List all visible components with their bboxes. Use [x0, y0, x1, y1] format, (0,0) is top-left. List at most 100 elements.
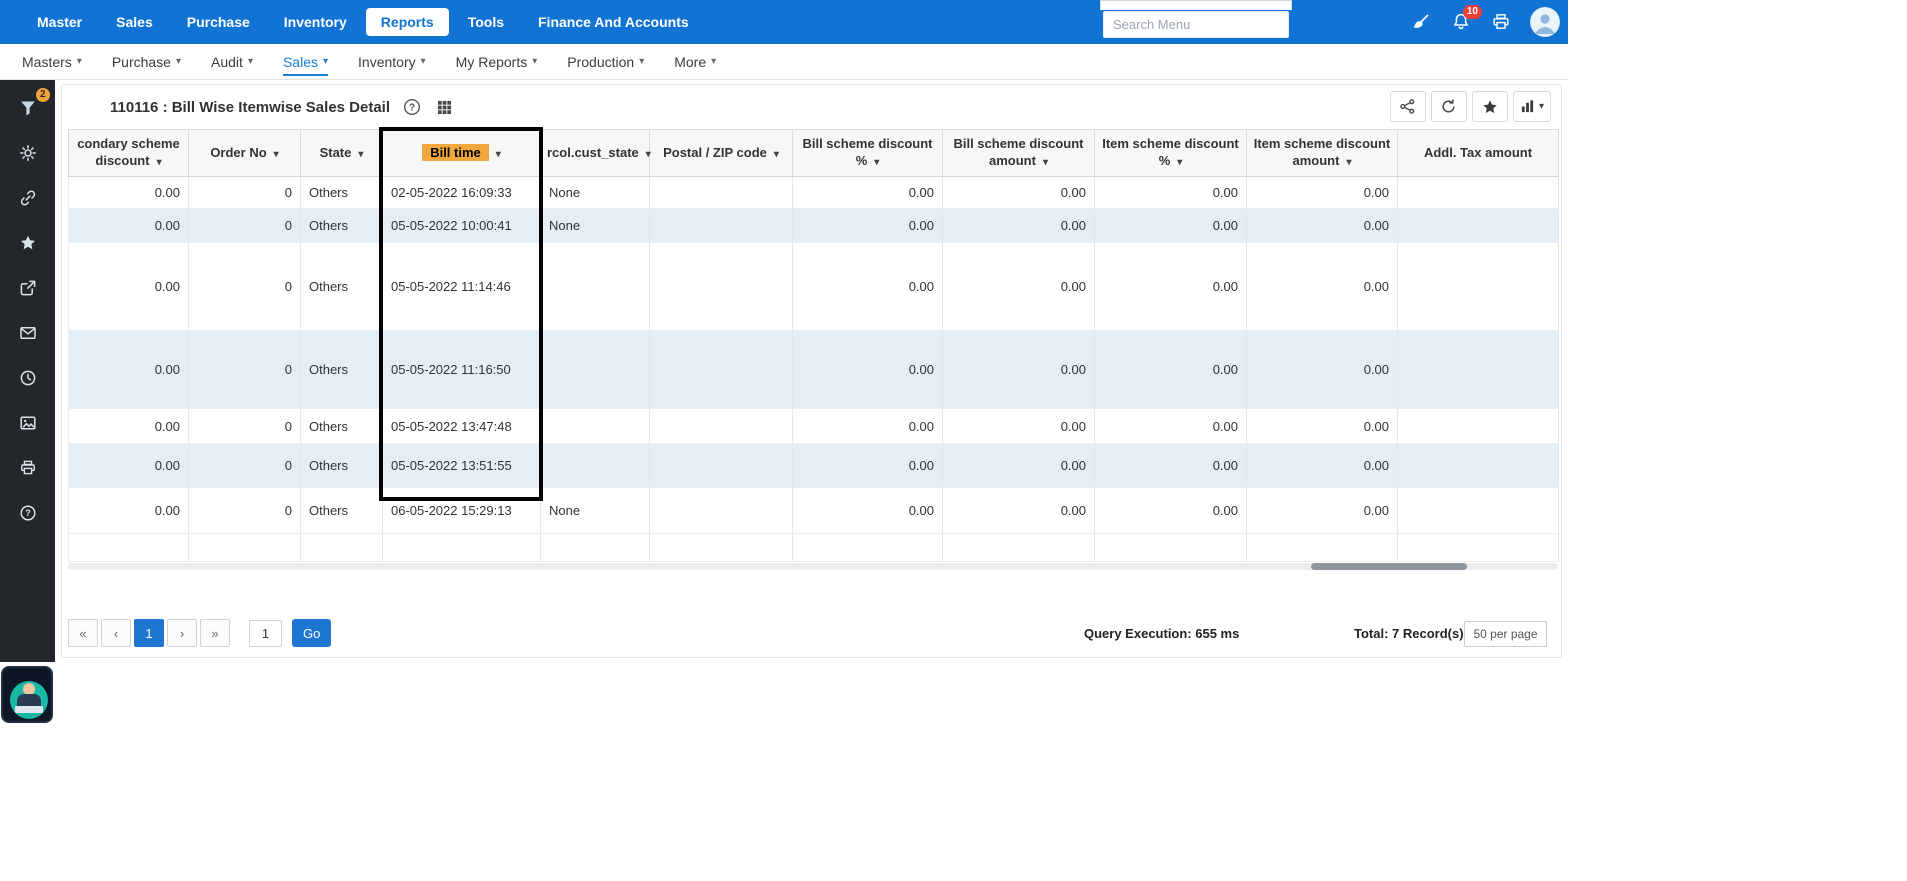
bell-icon[interactable]: 10	[1450, 11, 1472, 33]
report-toolbar: ▾	[1390, 91, 1551, 122]
table-row[interactable]: 0.000Others05-05-2022 10:00:41None0.000.…	[69, 209, 1559, 243]
favorite-button[interactable]	[1472, 91, 1508, 122]
subnav-item-sales[interactable]: Sales▾	[283, 44, 328, 80]
table-row[interactable]: 0.000Others05-05-2022 13:51:550.000.000.…	[69, 444, 1559, 488]
cell-postal-zip-code	[650, 331, 793, 409]
notification-badge: 10	[1463, 5, 1482, 19]
support-chat-widget[interactable]	[1, 666, 53, 723]
sort-caret-icon[interactable]: ▾	[1346, 157, 1351, 168]
cell-order-no[interactable]: 0	[189, 409, 301, 444]
star-icon[interactable]	[13, 228, 43, 258]
cell-order-no[interactable]: 0	[189, 488, 301, 534]
subnav-item-inventory[interactable]: Inventory▾	[358, 44, 426, 80]
cell-item-scheme-discount-amount: 0.00	[1247, 488, 1398, 534]
sort-caret-icon[interactable]: ▾	[496, 149, 501, 160]
grid-view-icon[interactable]	[434, 97, 454, 117]
cell-order-no[interactable]: 0	[189, 331, 301, 409]
cell-rcol-cust-state	[541, 444, 650, 488]
column-header-item-scheme-discount[interactable]: Item scheme discount %▾	[1095, 130, 1247, 177]
chart-button[interactable]: ▾	[1513, 91, 1551, 122]
cell-state: Others	[301, 444, 383, 488]
scrollbar-thumb[interactable]	[1311, 563, 1467, 570]
top-menu-item-inventory[interactable]: Inventory	[269, 8, 362, 36]
table-row[interactable]: 0.000Others05-05-2022 11:16:500.000.000.…	[69, 331, 1559, 409]
table-row[interactable]: 0.000Others05-05-2022 11:14:460.000.000.…	[69, 243, 1559, 331]
table-row[interactable]: 0.000Others06-05-2022 15:29:13None0.000.…	[69, 488, 1559, 534]
report-table: condary scheme discount▾Order No▾State▾B…	[68, 129, 1559, 562]
report-category-nav: Masters▾ Purchase▾ Audit▾ Sales▾ Inventory▾ M…	[0, 44, 1568, 80]
sort-caret-icon[interactable]: ▾	[774, 149, 779, 160]
sort-caret-icon[interactable]: ▾	[1177, 157, 1182, 168]
printer-icon[interactable]	[13, 453, 43, 483]
column-header-bill-scheme-discount-amount[interactable]: Bill scheme discount amount▾	[943, 130, 1095, 177]
column-header-state[interactable]: State▾	[301, 130, 383, 177]
column-header-condary-scheme-discount[interactable]: condary scheme discount▾	[69, 130, 189, 177]
subnav-item-masters[interactable]: Masters▾	[22, 44, 82, 80]
broom-icon[interactable]	[1410, 11, 1432, 33]
top-menu-item-reports[interactable]: Reports	[366, 8, 449, 36]
cell-order-no[interactable]: 0	[189, 177, 301, 209]
subnav-item-more[interactable]: More▾	[674, 44, 716, 80]
cell-bill-scheme-discount: 0.00	[793, 331, 943, 409]
page-size-select[interactable]: 50 per page	[1464, 621, 1547, 647]
pagination-next-button[interactable]: ›	[167, 619, 197, 647]
table-row[interactable]: 0.000Others02-05-2022 16:09:33None0.000.…	[69, 177, 1559, 209]
share-icon[interactable]	[13, 273, 43, 303]
top-menu-item-tools[interactable]: Tools	[453, 8, 519, 36]
printer-icon[interactable]	[1490, 11, 1512, 33]
cell-item-scheme-discount-amount: 0.00	[1247, 243, 1398, 331]
refresh-button[interactable]	[1431, 91, 1467, 122]
column-header-bill-time[interactable]: Bill time▾	[383, 130, 541, 177]
top-menu-item-purchase[interactable]: Purchase	[172, 8, 265, 36]
empty-cell	[1398, 534, 1559, 562]
help-icon[interactable]: ?	[402, 97, 422, 117]
subnav-item-production[interactable]: Production▾	[567, 44, 644, 80]
top-menu: MasterSalesPurchaseInventoryReportsTools…	[0, 0, 704, 44]
top-menu-item-master[interactable]: Master	[22, 8, 97, 36]
column-header-addl-tax-amount[interactable]: Addl. Tax amount	[1398, 130, 1559, 177]
sort-caret-icon[interactable]: ▾	[646, 149, 651, 160]
link-icon[interactable]	[13, 183, 43, 213]
subnav-item-my-reports[interactable]: My Reports▾	[456, 44, 538, 80]
cell-order-no[interactable]: 0	[189, 209, 301, 243]
sort-caret-icon[interactable]: ▾	[157, 157, 162, 168]
sort-caret-icon[interactable]: ▾	[1043, 157, 1048, 168]
top-menu-item-finance-and-accounts[interactable]: Finance And Accounts	[523, 8, 704, 36]
cell-order-no[interactable]: 0	[189, 444, 301, 488]
search-menu-input[interactable]	[1103, 11, 1289, 38]
gear-icon[interactable]	[13, 138, 43, 168]
page-number-input[interactable]	[249, 620, 282, 647]
cell-condary-scheme-discount: 0.00	[69, 488, 189, 534]
go-button[interactable]: Go	[292, 619, 331, 647]
column-header-item-scheme-discount-amount[interactable]: Item scheme discount amount▾	[1247, 130, 1398, 177]
chevron-down-icon: ▾	[1539, 101, 1544, 112]
cell-state: Others	[301, 243, 383, 331]
sort-caret-icon[interactable]: ▾	[874, 157, 879, 168]
pagination-prev-button[interactable]: ‹	[101, 619, 131, 647]
help-icon[interactable]: ?	[13, 498, 43, 528]
pagination-last-button[interactable]: »	[200, 619, 230, 647]
cell-state: Others	[301, 409, 383, 444]
clock-icon[interactable]	[13, 363, 43, 393]
column-header-rcol-cust-state[interactable]: rcol.cust_state▾	[541, 130, 650, 177]
sort-caret-icon[interactable]: ▾	[358, 149, 363, 160]
pagination-first-button[interactable]: «	[68, 619, 98, 647]
mail-icon[interactable]	[13, 318, 43, 348]
top-menu-item-sales[interactable]: Sales	[101, 8, 168, 36]
sort-caret-icon[interactable]: ▾	[274, 149, 279, 160]
column-header-order-no[interactable]: Order No▾	[189, 130, 301, 177]
share-button[interactable]	[1390, 91, 1426, 122]
caret-down-icon: ▾	[323, 56, 328, 67]
subnav-item-purchase[interactable]: Purchase▾	[112, 44, 181, 80]
empty-cell	[383, 534, 541, 562]
column-header-bill-scheme-discount[interactable]: Bill scheme discount %▾	[793, 130, 943, 177]
empty-cell	[301, 534, 383, 562]
image-icon[interactable]	[13, 408, 43, 438]
user-avatar[interactable]	[1530, 7, 1560, 37]
cell-order-no[interactable]: 0	[189, 243, 301, 331]
subnav-item-audit[interactable]: Audit▾	[211, 44, 253, 80]
column-header-postal-zip-code[interactable]: Postal / ZIP code▾	[650, 130, 793, 177]
filter-icon[interactable]: 2	[13, 93, 43, 123]
pagination-page-1-button[interactable]: 1	[134, 619, 164, 647]
table-row[interactable]: 0.000Others05-05-2022 13:47:480.000.000.…	[69, 409, 1559, 444]
